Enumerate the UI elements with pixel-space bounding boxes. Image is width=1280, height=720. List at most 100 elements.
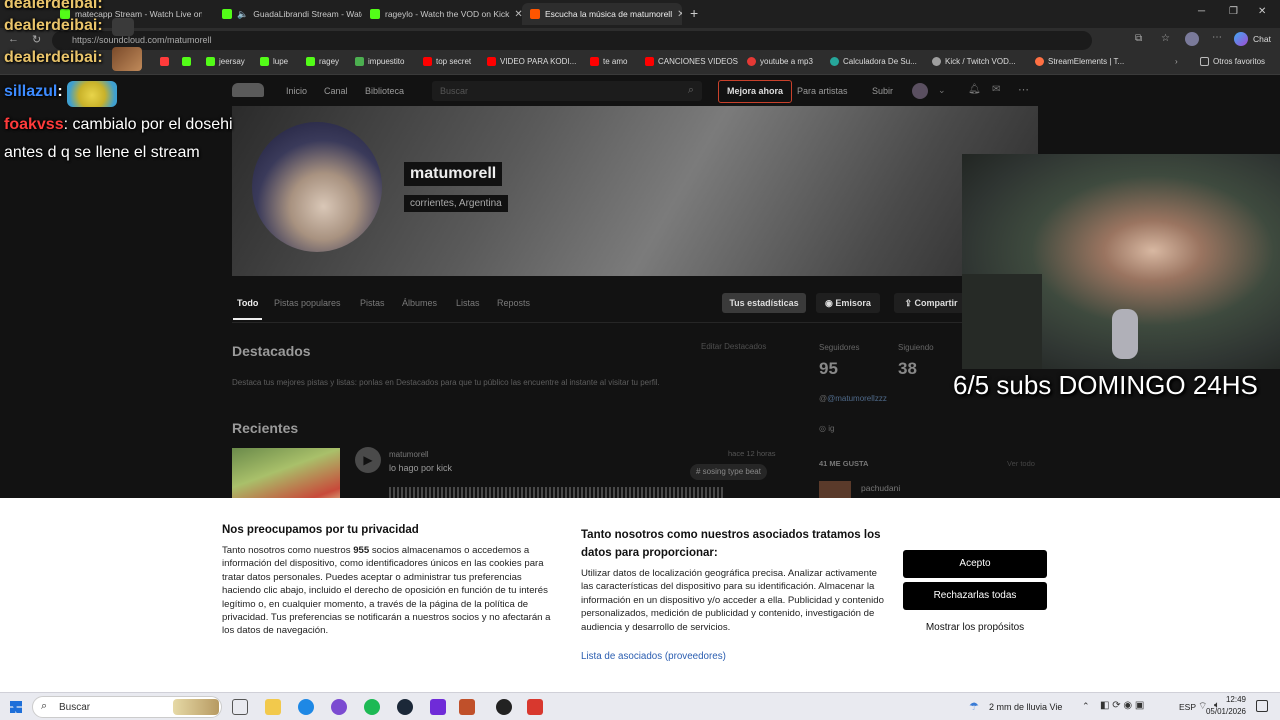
bookmark-item[interactable]: te amo: [590, 57, 627, 66]
bookmark-item[interactable]: impuestito: [355, 57, 404, 66]
tab-tracks[interactable]: Pistas: [360, 298, 385, 308]
nav-for-artists[interactable]: Para artistas: [797, 86, 848, 96]
nav-upload[interactable]: Subir: [872, 86, 893, 96]
instagram-link[interactable]: ◎ ig: [819, 424, 834, 433]
firefox-icon[interactable]: [459, 699, 475, 715]
close-icon[interactable]: ✕: [514, 9, 522, 20]
tab-albums[interactable]: Álbumes: [402, 298, 437, 308]
track-user[interactable]: matumorell: [389, 450, 429, 459]
spotify-icon[interactable]: [364, 699, 380, 715]
track-tag[interactable]: # sosing type beat: [690, 464, 767, 480]
bell-icon[interactable]: 🔔︎: [968, 84, 981, 95]
taskbar-search[interactable]: ⌕ Buscar: [32, 696, 222, 718]
stats-button[interactable]: Tus estadísticas: [722, 293, 806, 313]
file-explorer-icon[interactable]: [265, 699, 281, 715]
tab-all[interactable]: Todo: [232, 298, 263, 320]
app-icon[interactable]: [527, 699, 543, 715]
tab-rageylo[interactable]: rageylo - Watch the VOD on Kick ✕: [362, 3, 522, 25]
bookmark-item[interactable]: Calculadora De Su...: [830, 57, 917, 66]
bookmark-item[interactable]: CANCIONES VIDEOS: [645, 57, 738, 66]
station-button[interactable]: ◉ Emisora: [816, 293, 880, 313]
bookmark-icon: [160, 57, 169, 66]
bookmark-item[interactable]: StreamElements | T...: [1035, 57, 1124, 66]
weather-text[interactable]: 2 mm de lluvia Vie: [989, 702, 1062, 712]
soundcloud-logo-icon[interactable]: [232, 83, 264, 97]
other-favorites[interactable]: Otros favoritos: [1200, 57, 1265, 66]
edit-featured-button[interactable]: Editar Destacados: [701, 342, 766, 351]
search-input[interactable]: Buscar ⌕: [432, 81, 702, 101]
minimize-button[interactable]: ─: [1198, 6, 1205, 17]
mute-icon[interactable]: 🔈: [237, 9, 248, 20]
nav-home[interactable]: Inicio: [286, 86, 307, 96]
chat-button[interactable]: Chat: [1253, 34, 1271, 44]
track-title[interactable]: lo hago por kick: [389, 463, 452, 473]
search-icon[interactable]: ⌕: [688, 84, 694, 97]
handle-link[interactable]: @@matumorellzzz: [819, 394, 887, 403]
weather-icon[interactable]: ☂: [969, 700, 979, 713]
bookmark-item[interactable]: [182, 57, 191, 66]
bookmark-item[interactable]: youtube a mp3: [747, 57, 813, 66]
reject-all-button[interactable]: Rechazarlas todas: [903, 582, 1047, 610]
edge-icon[interactable]: [298, 699, 314, 715]
close-window-button[interactable]: ✕: [1258, 6, 1266, 17]
accept-button[interactable]: Acepto: [903, 550, 1047, 578]
clock-time[interactable]: 12:49: [1202, 695, 1246, 704]
play-button[interactable]: ▶: [355, 447, 381, 473]
app-icon[interactable]: [331, 699, 347, 715]
bookmark-item[interactable]: top secret: [423, 57, 471, 66]
mail-icon[interactable]: ✉: [992, 84, 1000, 95]
consent-body-text: socios almacenamos o accedemos a informa…: [222, 545, 551, 637]
tab-soundcloud[interactable]: Escucha la música de matumorell ✕: [522, 3, 682, 25]
kick-icon: [206, 57, 215, 66]
tab-popular-tracks[interactable]: Pistas populares: [274, 298, 341, 308]
show-purposes-button[interactable]: Mostrar los propósitos: [903, 614, 1047, 642]
bookmark-item[interactable]: ragey: [306, 57, 339, 66]
bookmarks-overflow-icon[interactable]: ›: [1175, 57, 1178, 66]
share-button[interactable]: ⇪ Compartir: [894, 293, 968, 313]
bookmark-item[interactable]: Kick / Twitch VOD...: [932, 57, 1016, 66]
obs-icon[interactable]: [496, 699, 512, 715]
menu-icon[interactable]: ⋯: [1212, 32, 1222, 43]
tab-reposts[interactable]: Reposts: [497, 298, 530, 308]
nav-feed[interactable]: Canal: [324, 86, 348, 96]
user-avatar[interactable]: [912, 83, 928, 99]
followers-count[interactable]: 95: [819, 359, 838, 379]
windows-start-icon[interactable]: [10, 701, 22, 713]
close-icon[interactable]: ✕: [677, 9, 682, 20]
favorites-icon[interactable]: ☆: [1161, 33, 1170, 44]
chevron-up-icon[interactable]: ⌃: [1082, 701, 1090, 712]
task-view-icon[interactable]: [232, 699, 248, 715]
following-count[interactable]: 38: [898, 359, 917, 379]
tray-icons[interactable]: ◧ ⟳ ◉ ▣: [1100, 700, 1144, 711]
extensions-icon[interactable]: ⧉: [1135, 33, 1142, 44]
more-icon[interactable]: ⋯: [1018, 83, 1029, 96]
new-tab-button[interactable]: +: [690, 5, 698, 21]
language-indicator[interactable]: ESP: [1179, 702, 1196, 712]
likes-see-all[interactable]: Ver todo: [1007, 459, 1035, 468]
bookmark-label: jeersay: [219, 57, 245, 66]
maximize-button[interactable]: ❐: [1229, 6, 1238, 17]
bookmark-item[interactable]: VIDEO PARA KODI...: [487, 57, 576, 66]
url-field[interactable]: https://soundcloud.com/matumorell: [52, 31, 1092, 50]
app-icon[interactable]: [430, 699, 446, 715]
bookmark-item[interactable]: lupe: [260, 57, 288, 66]
track-waveform[interactable]: [389, 487, 725, 498]
liked-track-user[interactable]: pachudani: [861, 483, 900, 493]
tab-playlists[interactable]: Listas: [456, 298, 480, 308]
globe-icon: [932, 57, 941, 66]
liked-track-artwork[interactable]: [819, 481, 851, 498]
copilot-icon[interactable]: [1234, 32, 1248, 46]
clock-date[interactable]: 05/01/2026: [1202, 707, 1246, 716]
consent-title: Nos preocupamos por tu privacidad: [222, 524, 419, 536]
bookmark-item[interactable]: [160, 57, 169, 66]
steam-icon[interactable]: [397, 699, 413, 715]
track-artwork[interactable]: [232, 448, 340, 498]
profile-avatar[interactable]: [1185, 32, 1199, 46]
notifications-icon[interactable]: [1256, 700, 1268, 712]
bookmark-item[interactable]: jeersay: [206, 57, 245, 66]
chevron-down-icon[interactable]: ⌄: [938, 85, 946, 96]
partners-list-link[interactable]: Lista de asociados (proveedores): [581, 651, 726, 662]
tab-guadalibrandi[interactable]: 🔈 GuadaLibrandi Stream - Watc ✕: [214, 3, 362, 25]
upgrade-button[interactable]: Mejora ahora: [718, 80, 792, 103]
nav-library[interactable]: Biblioteca: [365, 86, 404, 96]
